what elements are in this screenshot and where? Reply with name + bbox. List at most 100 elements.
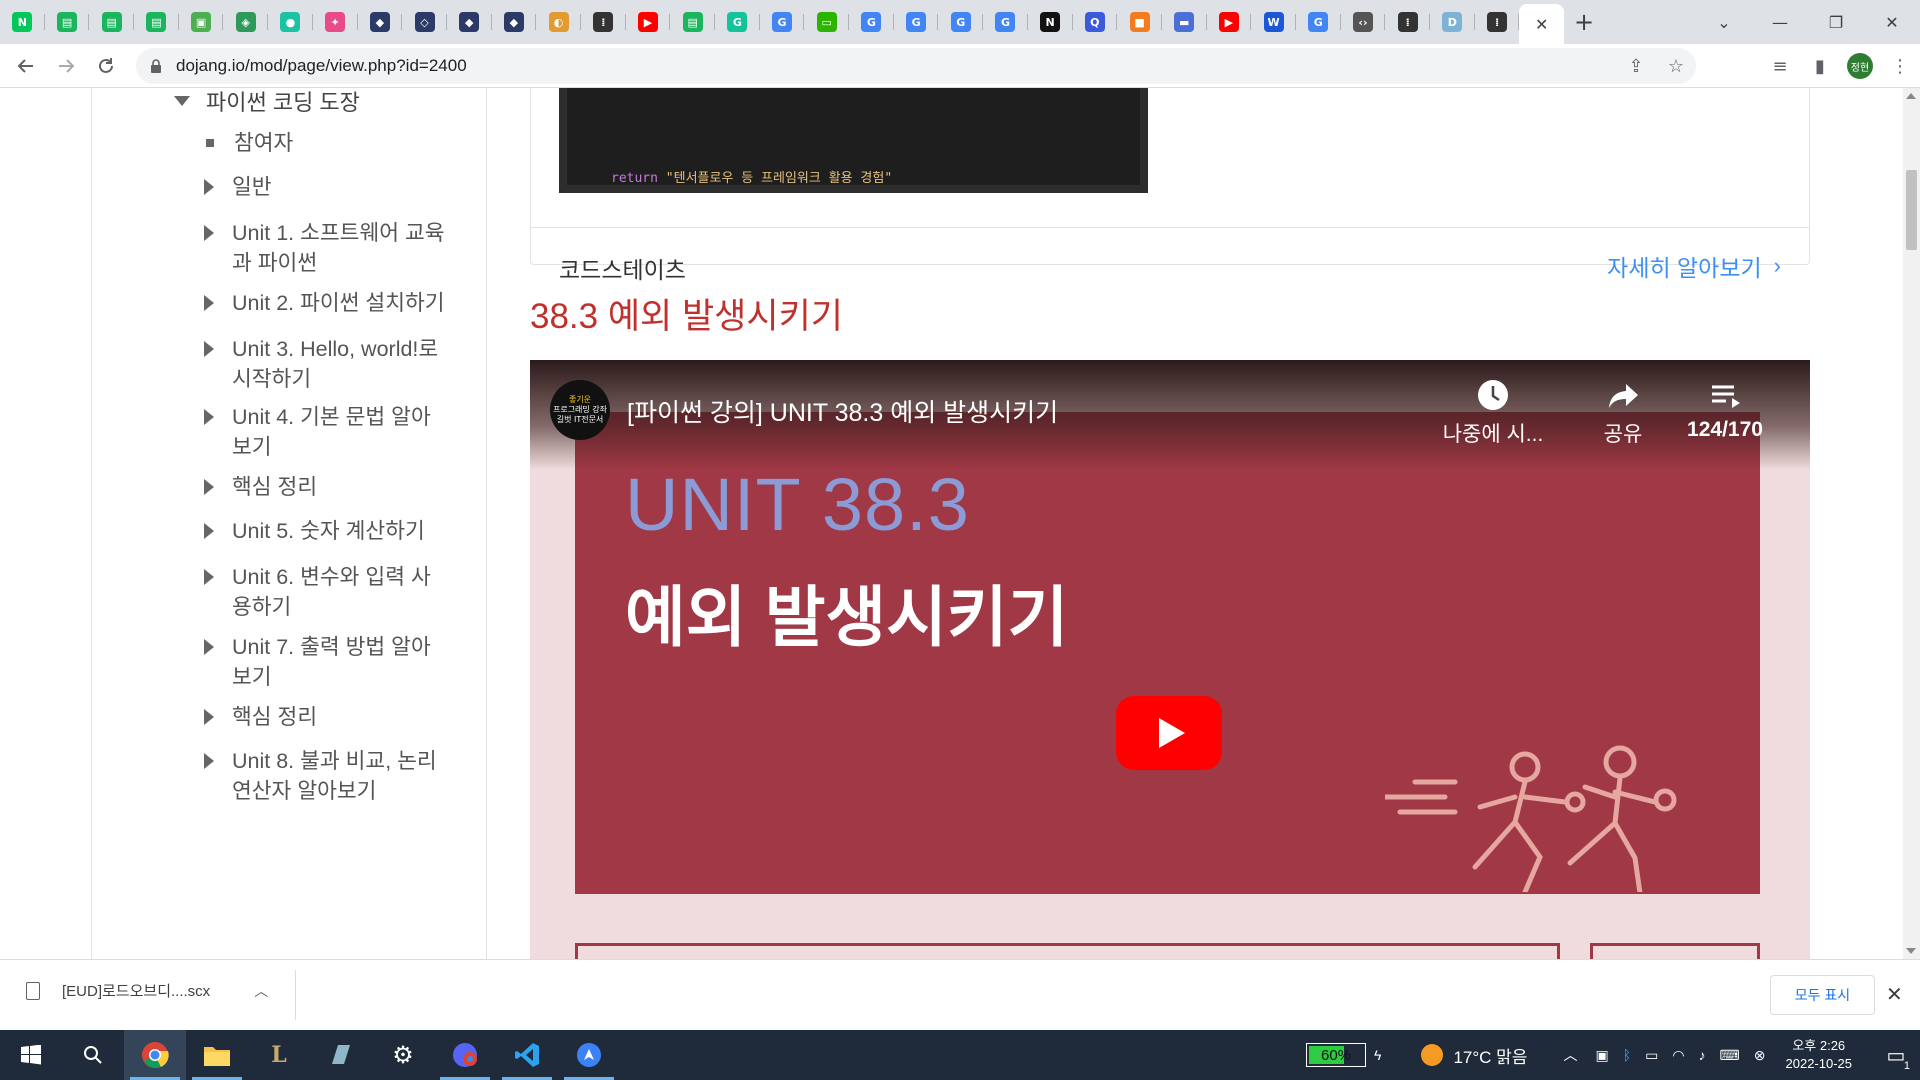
browser-tab[interactable]: ◈ [223, 0, 269, 44]
forward-button[interactable] [46, 46, 86, 86]
browser-tab[interactable]: G [938, 0, 984, 44]
browser-tab[interactable]: ▭ [804, 0, 850, 44]
download-item[interactable]: [EUD]로드오브디....scx ︿ [26, 980, 268, 1001]
browser-tab[interactable]: ▶ [1207, 0, 1252, 44]
scroll-up-arrow[interactable] [1906, 93, 1916, 99]
restore-icon[interactable]: ❐ [1808, 0, 1864, 44]
browser-tab[interactable]: ◐ [536, 0, 581, 44]
address-bar[interactable]: dojang.io/mod/page/view.php?id=2400 ⇪ ☆ [136, 48, 1696, 84]
watch-later-button[interactable]: 나중에 시... [1428, 378, 1558, 448]
browser-tab[interactable]: ▤ [134, 0, 179, 44]
browser-tab[interactable]: G [894, 0, 939, 44]
close-tab-icon[interactable]: ✕ [1535, 15, 1548, 34]
menu-kebab-icon[interactable]: ⋮ [1880, 56, 1920, 77]
vertical-scrollbar[interactable] [1903, 88, 1920, 959]
share-page-icon[interactable]: ⇪ [1616, 56, 1656, 77]
browser-tab[interactable]: ▣ [179, 0, 224, 44]
sidebar-item[interactable]: 일반 [204, 172, 454, 202]
browser-tab[interactable]: N [1028, 0, 1073, 44]
side-panel-icon[interactable]: ▮ [1800, 56, 1840, 77]
learn-more-link[interactable]: 자세히 알아보기 › [1607, 249, 1781, 283]
youtube-video-embed[interactable]: UNIT 38.3 예외 발생시키기 좋기운 프로그래밍 강좌 길벗 IT전문서… [530, 360, 1810, 959]
battery-tray-icon[interactable]: ▭ [1645, 1047, 1658, 1064]
sidebar-item[interactable]: 핵심 정리 [204, 472, 454, 502]
play-button[interactable] [1116, 696, 1222, 770]
sidebar-item[interactable]: Unit 3. Hello, world!로 시작하기 [204, 334, 454, 394]
chevron-up-icon[interactable]: ︿ [254, 981, 268, 1001]
new-tab-button[interactable]: + [1564, 0, 1604, 44]
browser-tab[interactable]: ⁞ [581, 0, 626, 44]
clock[interactable]: 오후 2:26 2022-10-25 [1786, 1037, 1853, 1073]
show-all-button[interactable]: 모두 표시 [1770, 975, 1875, 1015]
sidebar-item[interactable]: Unit 8. 불과 비교, 논리 연산자 알아보기 [204, 746, 454, 806]
meet-now-icon[interactable]: ▣ [1595, 1047, 1608, 1064]
wifi-icon[interactable]: ◠ [1672, 1047, 1684, 1064]
minimize-icon[interactable]: — [1752, 0, 1808, 44]
browser-tab[interactable]: ▬ [1162, 0, 1207, 44]
sidebar-item[interactable]: Unit 5. 숫자 계산하기 [204, 516, 454, 546]
browser-tab[interactable]: ⁞ [1475, 0, 1520, 44]
browser-tab[interactable]: G [715, 0, 760, 44]
browser-tab[interactable]: ▤ [45, 0, 90, 44]
scroll-down-arrow[interactable] [1906, 948, 1916, 954]
share-button[interactable]: 공유 [1593, 378, 1653, 448]
taskbar-file-explorer[interactable] [186, 1030, 248, 1080]
browser-tab[interactable]: ▤ [89, 0, 135, 44]
search-button[interactable] [62, 1030, 124, 1080]
browser-tab[interactable]: ◆ [358, 0, 403, 44]
taskbar-app-blue[interactable] [558, 1030, 620, 1080]
browser-tab[interactable]: ‹› [1341, 0, 1386, 44]
sidebar-item[interactable]: Unit 1. 소프트웨어 교육 과 파이썬 [204, 218, 454, 278]
chevron-up-icon[interactable]: ︿ [1563, 1045, 1577, 1065]
sidebar-item[interactable]: Unit 2. 파이썬 설치하기 [204, 288, 454, 318]
reload-button[interactable] [86, 46, 126, 86]
sidebar-item[interactable]: Unit 4. 기본 문법 알아 보기 [204, 402, 454, 462]
browser-tab[interactable]: ● [268, 0, 313, 44]
back-button[interactable] [6, 46, 46, 86]
browser-tab[interactable]: ⁞ [1385, 0, 1430, 44]
sidebar-item[interactable]: Unit 6. 변수와 입력 사 용하기 [204, 562, 454, 622]
reading-list-icon[interactable]: ≡ [1760, 56, 1800, 77]
browser-tab[interactable]: N [0, 0, 45, 44]
start-button[interactable] [0, 1030, 62, 1080]
weather-widget[interactable]: 17°C 맑음 [1421, 1043, 1527, 1068]
taskbar-app[interactable] [310, 1030, 372, 1080]
browser-tab[interactable]: W [1251, 0, 1296, 44]
tab-search-icon[interactable]: ⌄ [1696, 0, 1752, 44]
browser-tab[interactable]: ■ [1117, 0, 1162, 44]
sidebar-item[interactable]: Unit 7. 출력 방법 알아 보기 [204, 632, 454, 692]
browser-tab[interactable]: D [1430, 0, 1475, 44]
taskbar-vscode[interactable] [496, 1030, 558, 1080]
taskbar-settings[interactable]: ⚙ [372, 1030, 434, 1080]
keyboard-icon[interactable]: ⌨ [1720, 1047, 1740, 1064]
browser-tab[interactable]: G [983, 0, 1028, 44]
taskbar-discord-chrome[interactable] [434, 1030, 496, 1080]
browser-tab[interactable]: ▤ [670, 0, 715, 44]
browser-tab[interactable]: ▶ [626, 0, 671, 44]
browser-tab[interactable]: Q [1073, 0, 1118, 44]
profile-button[interactable]: 정현 [1840, 53, 1880, 79]
close-icon[interactable]: ✕ [1886, 982, 1903, 1006]
scroll-thumb[interactable] [1906, 170, 1917, 250]
playlist-button[interactable]: 124/170 [1680, 378, 1770, 442]
battery-indicator[interactable]: 60% [1306, 1043, 1367, 1067]
browser-tab[interactable]: ◆ [447, 0, 492, 44]
browser-tab[interactable]: ✦ [313, 0, 358, 44]
active-tab[interactable]: ✕ [1519, 4, 1565, 44]
volume-icon[interactable]: ♪ [1699, 1047, 1706, 1063]
sidebar-root-item[interactable]: 파이썬 코딩 도장 [174, 88, 360, 115]
bluetooth-icon[interactable]: ᛒ [1623, 1047, 1631, 1063]
browser-tab[interactable]: G [760, 0, 805, 44]
channel-logo[interactable]: 좋기운 프로그래밍 강좌 길벗 IT전문서 [550, 380, 610, 440]
close-window-icon[interactable]: ✕ [1864, 0, 1920, 44]
notification-center-button[interactable]: ▭ 1 [1872, 1043, 1920, 1072]
bookmark-star-icon[interactable]: ☆ [1656, 56, 1696, 77]
browser-tab[interactable]: G [849, 0, 894, 44]
browser-tab[interactable]: ◇ [402, 0, 447, 44]
taskbar-chrome[interactable] [124, 1030, 186, 1080]
sidebar-item[interactable]: 참여자 [204, 128, 454, 158]
taskbar-league[interactable]: L [248, 1030, 310, 1080]
ime-status-icon[interactable]: ⊗ [1754, 1047, 1766, 1064]
video-title[interactable]: [파이썬 강의] UNIT 38.3 예외 발생시키기 [627, 393, 1058, 429]
sidebar-item[interactable]: 핵심 정리 [204, 702, 454, 732]
